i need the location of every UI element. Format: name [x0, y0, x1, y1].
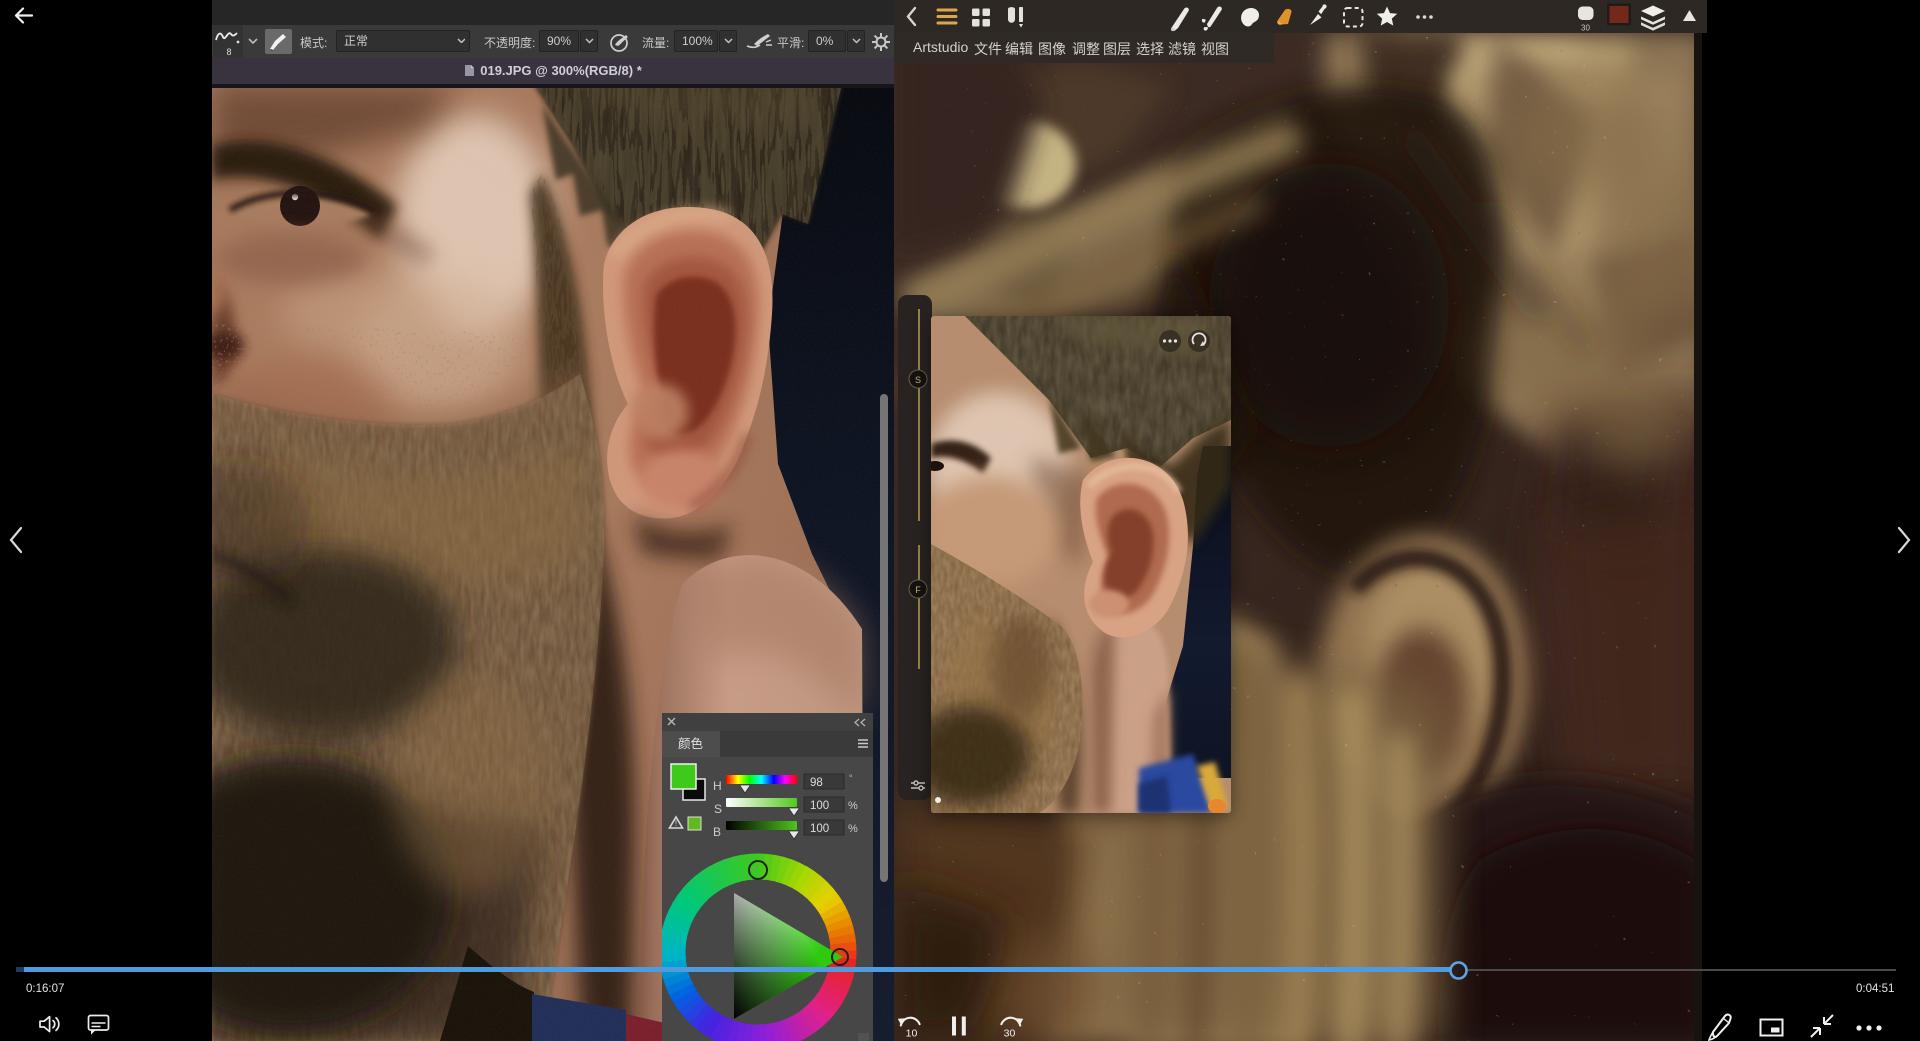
- svg-text:F: F: [915, 585, 921, 595]
- svg-text:30: 30: [1581, 24, 1590, 33]
- svg-text:100: 100: [810, 800, 829, 812]
- svg-text:°: °: [849, 773, 853, 783]
- svg-text:S: S: [714, 802, 722, 816]
- svg-text:100: 100: [810, 823, 829, 835]
- svg-text:%: %: [848, 800, 858, 812]
- svg-text:8: 8: [226, 47, 231, 57]
- svg-text:10: 10: [906, 1028, 918, 1040]
- svg-text:%: %: [848, 823, 858, 835]
- svg-text:S: S: [915, 375, 921, 385]
- svg-text:颜色: 颜色: [678, 736, 704, 751]
- svg-text:!: !: [675, 819, 677, 828]
- svg-text:H: H: [713, 779, 722, 793]
- svg-text:30: 30: [1004, 1028, 1016, 1040]
- svg-text:B: B: [713, 825, 721, 839]
- svg-text:98: 98: [810, 777, 823, 789]
